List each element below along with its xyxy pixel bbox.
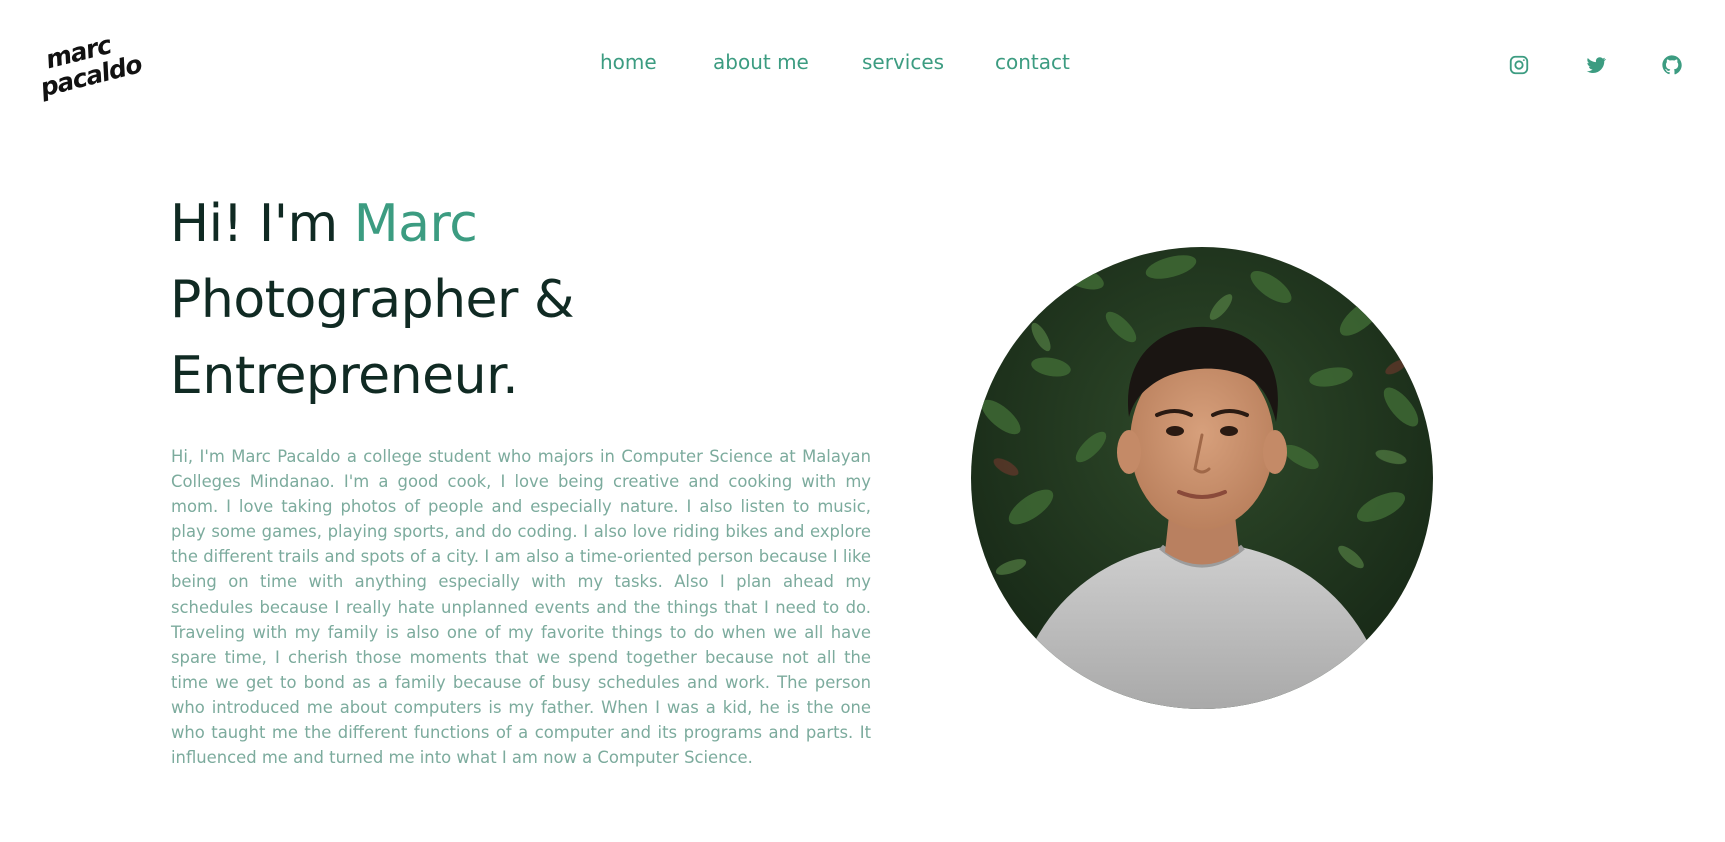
hero-heading-line-2: Photographer &: [170, 270, 575, 330]
twitter-icon[interactable]: [1585, 54, 1607, 76]
profile-photo: [971, 247, 1433, 709]
nav-link-services[interactable]: services: [862, 50, 944, 74]
nav-link-home[interactable]: home: [600, 50, 657, 74]
main-nav: home about me services contact: [0, 50, 1725, 80]
hero-name: Marc: [353, 194, 478, 254]
hero-heading-line-1: Hi! I'm Marc: [170, 186, 890, 262]
nav-link-about-me[interactable]: about me: [713, 50, 809, 74]
site-header: marc pacaldo home about me services cont…: [0, 0, 1725, 130]
github-icon[interactable]: [1661, 54, 1683, 76]
hero-heading: Hi! I'm Marc Photographer & Entrepreneur…: [170, 186, 890, 414]
profile-photo-illustration: [971, 247, 1433, 709]
hero-heading-line-3: Entrepreneur.: [170, 346, 519, 406]
instagram-icon[interactable]: [1508, 54, 1530, 76]
bio-paragraph: Hi, I'm Marc Pacaldo a college student w…: [171, 447, 871, 768]
nav-link-contact[interactable]: contact: [995, 50, 1070, 74]
hero-greeting: Hi! I'm: [170, 194, 354, 254]
